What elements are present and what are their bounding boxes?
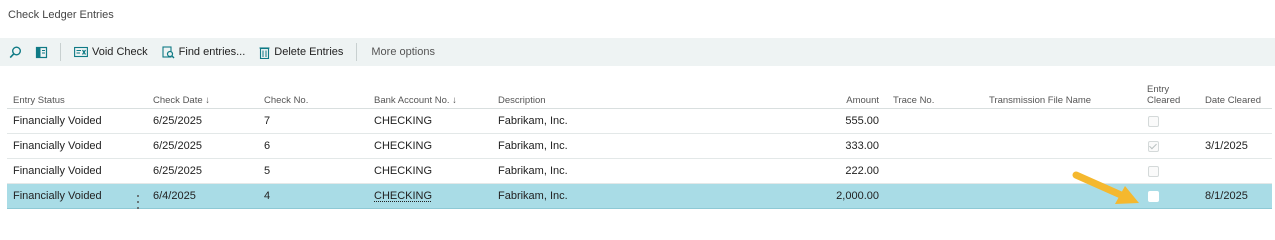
cell-trace-no bbox=[879, 133, 989, 159]
table-row[interactable]: Financially Voided 6/25/2025 6 CHECKING … bbox=[7, 133, 1272, 159]
find-entries-icon bbox=[162, 45, 175, 58]
table-header-row: Entry Status Check Date ↓ Check No. Bank… bbox=[7, 80, 1272, 109]
cell-check-no: 7 bbox=[264, 108, 374, 134]
toolbar-separator bbox=[60, 43, 61, 61]
arrow-annotation-icon bbox=[1072, 171, 1139, 204]
kebab-icon bbox=[137, 195, 139, 197]
cell-trace-no bbox=[879, 108, 989, 134]
cell-amount: 2,000.00 bbox=[682, 183, 879, 209]
delete-entries-button[interactable]: Delete Entries bbox=[254, 41, 348, 63]
cell-description: Fabrikam, Inc. bbox=[498, 183, 682, 209]
cell-check-date: 6/25/2025 bbox=[153, 133, 264, 159]
cell-check-date: 6/25/2025 bbox=[153, 158, 264, 184]
more-options-button[interactable]: More options bbox=[365, 41, 440, 63]
toolbar-separator bbox=[356, 43, 358, 61]
void-check-icon bbox=[74, 46, 88, 58]
cell-date-cleared: 8/1/2025 bbox=[1191, 183, 1272, 209]
cell-check-no: 6 bbox=[264, 133, 374, 159]
action-bar: Void Check Find entries... Delete Entrie… bbox=[0, 38, 1275, 66]
delete-entries-label: Delete Entries bbox=[274, 46, 344, 58]
filter-pane-icon bbox=[35, 46, 47, 58]
cell-transmission-file-name bbox=[989, 133, 1109, 159]
entry-cleared-checkbox[interactable] bbox=[1148, 140, 1159, 152]
cell-amount: 333.00 bbox=[682, 133, 879, 159]
cell-date-cleared: 3/1/2025 bbox=[1191, 133, 1272, 159]
cell-check-no: 4 bbox=[264, 183, 374, 209]
void-check-button[interactable]: Void Check bbox=[69, 41, 153, 63]
column-header-check-date[interactable]: Check Date ↓ bbox=[153, 80, 264, 109]
cell-entry-status: Financially Voided bbox=[7, 183, 153, 209]
cell-date-cleared bbox=[1191, 108, 1272, 134]
cell-description: Fabrikam, Inc. bbox=[498, 133, 682, 159]
cell-transmission-file-name bbox=[989, 108, 1109, 134]
column-header-date-cleared[interactable]: Date Cleared bbox=[1191, 80, 1272, 109]
cell-entry-status: Financially Voided bbox=[7, 133, 153, 159]
cell-check-date: 6/4/2025 bbox=[153, 183, 264, 209]
cell-bank-account-no[interactable]: CHECKING bbox=[374, 183, 498, 209]
column-header-bank-account-no[interactable]: Bank Account No. ↓ bbox=[374, 80, 498, 109]
column-header-description[interactable]: Description bbox=[498, 80, 682, 109]
cell-trace-no bbox=[879, 183, 989, 209]
cell-amount: 222.00 bbox=[682, 158, 879, 184]
cell-amount: 555.00 bbox=[682, 108, 879, 134]
find-entries-button[interactable]: Find entries... bbox=[157, 41, 251, 63]
row-actions-button[interactable] bbox=[136, 195, 140, 209]
column-header-entry-status[interactable]: Entry Status bbox=[7, 80, 153, 109]
table-row[interactable]: Financially Voided 6/25/2025 7 CHECKING … bbox=[7, 108, 1272, 134]
entry-cleared-checkbox[interactable] bbox=[1148, 165, 1159, 177]
page-title: Check Ledger Entries bbox=[8, 9, 114, 21]
entry-cleared-checkbox[interactable] bbox=[1148, 115, 1159, 127]
kebab-icon bbox=[137, 201, 139, 203]
column-header-check-no[interactable]: Check No. bbox=[264, 80, 374, 109]
column-header-trace-no[interactable]: Trace No. bbox=[879, 80, 989, 109]
cell-description: Fabrikam, Inc. bbox=[498, 108, 682, 134]
column-header-amount[interactable]: Amount bbox=[682, 80, 879, 109]
void-check-label: Void Check bbox=[92, 46, 148, 58]
find-entries-label: Find entries... bbox=[178, 46, 246, 58]
cell-bank-account-no: CHECKING bbox=[374, 133, 498, 159]
kebab-icon bbox=[137, 207, 139, 209]
column-header-entry-cleared[interactable]: Entry Cleared bbox=[1109, 80, 1191, 109]
filter-pane-button[interactable] bbox=[30, 41, 52, 63]
cell-check-no: 5 bbox=[264, 158, 374, 184]
cell-entry-status: Financially Voided bbox=[7, 158, 153, 184]
cell-entry-status: Financially Voided bbox=[7, 108, 153, 134]
delete-entries-icon bbox=[259, 46, 270, 59]
entry-cleared-checkbox[interactable] bbox=[1148, 190, 1159, 202]
cell-description: Fabrikam, Inc. bbox=[498, 158, 682, 184]
cell-trace-no bbox=[879, 158, 989, 184]
cell-check-date: 6/25/2025 bbox=[153, 108, 264, 134]
column-header-transmission-file-name[interactable]: Transmission File Name bbox=[989, 80, 1109, 109]
cell-bank-account-no: CHECKING bbox=[374, 158, 498, 184]
cell-bank-account-no: CHECKING bbox=[374, 108, 498, 134]
cell-date-cleared bbox=[1191, 158, 1272, 184]
search-button[interactable] bbox=[4, 41, 26, 63]
search-icon bbox=[9, 46, 21, 58]
